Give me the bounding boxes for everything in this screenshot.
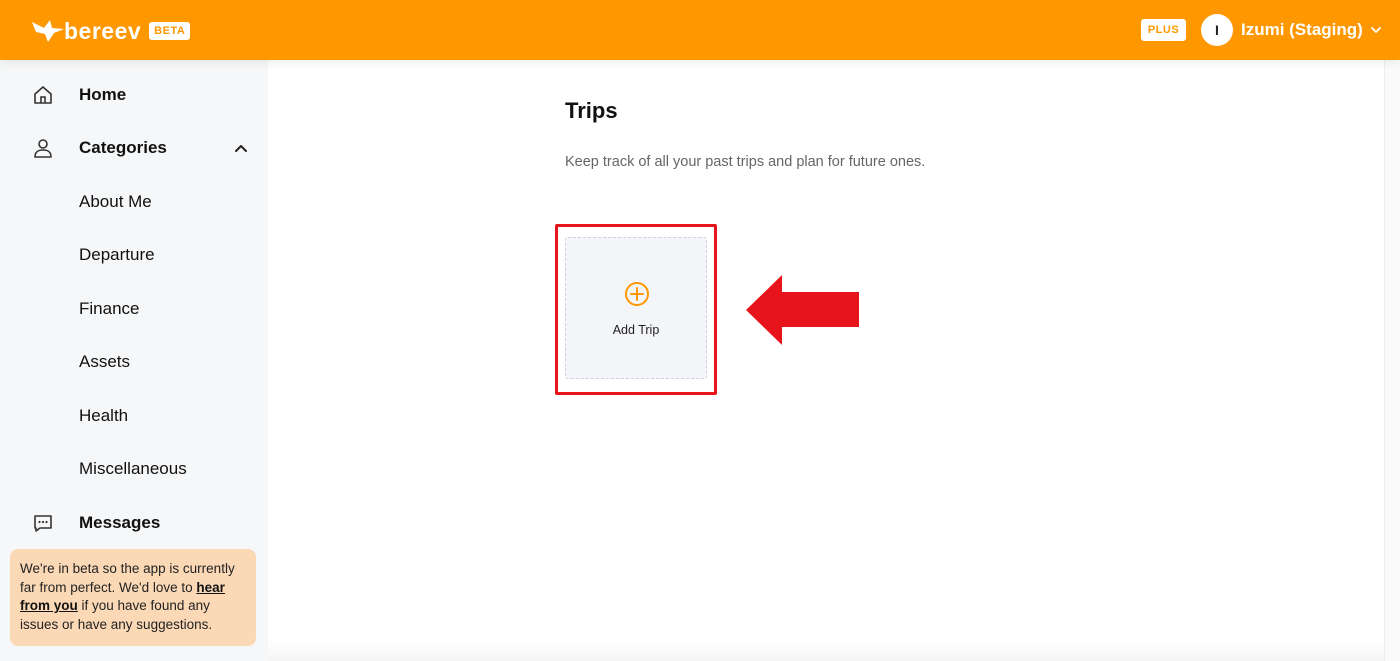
scrollbar[interactable] bbox=[1384, 60, 1400, 661]
sidebar-item-home[interactable]: Home bbox=[0, 75, 268, 115]
avatar: I bbox=[1201, 14, 1233, 46]
sidebar-item-label: Assets bbox=[79, 352, 131, 371]
sidebar-item-health[interactable]: Health bbox=[0, 396, 268, 436]
sidebar-item-categories[interactable]: Categories bbox=[0, 128, 268, 168]
sidebar-item-label: Departure bbox=[79, 245, 155, 264]
logo-text: bereev bbox=[64, 17, 142, 44]
user-name: Izumi (Staging) bbox=[1241, 20, 1363, 39]
home-icon bbox=[34, 86, 52, 104]
page-description: Keep track of all your past trips and pl… bbox=[565, 154, 926, 170]
bird-logo-icon bbox=[32, 20, 64, 42]
sidebar-item-messages[interactable]: Messages bbox=[0, 503, 268, 543]
add-trip-button[interactable]: Add Trip bbox=[565, 237, 707, 379]
sidebar-item-miscellaneous[interactable]: Miscellaneous bbox=[0, 449, 268, 489]
bottom-shadow bbox=[268, 640, 1400, 661]
plus-badge: PLUS bbox=[1141, 19, 1186, 41]
sidebar-item-about-me[interactable]: About Me bbox=[0, 182, 268, 222]
message-icon bbox=[34, 515, 52, 532]
sidebar-item-label: Finance bbox=[79, 299, 140, 318]
sidebar-item-label: Health bbox=[79, 406, 129, 425]
plus-circle-icon bbox=[625, 282, 649, 306]
user-menu[interactable]: I Izumi (Staging) bbox=[1201, 14, 1382, 46]
sidebar-item-label: Messages bbox=[79, 513, 161, 532]
beta-feedback-note: We're in beta so the app is currently fa… bbox=[10, 549, 256, 646]
beta-badge: BETA bbox=[149, 22, 191, 40]
sidebar-item-label: Miscellaneous bbox=[79, 459, 187, 478]
sidebar-item-label: Home bbox=[79, 85, 127, 104]
sidebar-item-finance[interactable]: Finance bbox=[0, 289, 268, 329]
chevron-up-icon[interactable] bbox=[234, 141, 248, 155]
sidebar-item-assets[interactable]: Assets bbox=[0, 342, 268, 382]
sidebar-item-label: About Me bbox=[79, 192, 152, 211]
sidebar-item-departure[interactable]: Departure bbox=[0, 235, 268, 275]
sidebar: Home Categories About Me Departure Finan… bbox=[0, 60, 268, 661]
chevron-down-icon bbox=[1370, 27, 1381, 33]
page-title: Trips bbox=[565, 98, 618, 123]
logo[interactable]: bereev BETA bbox=[30, 16, 191, 46]
top-bar: bereev BETA PLUS I Izumi (Staging) bbox=[0, 0, 1400, 60]
add-trip-label: Add Trip bbox=[612, 323, 660, 337]
person-icon bbox=[34, 139, 52, 158]
arrow-left-icon bbox=[746, 275, 859, 345]
sidebar-item-label: Categories bbox=[79, 138, 167, 157]
